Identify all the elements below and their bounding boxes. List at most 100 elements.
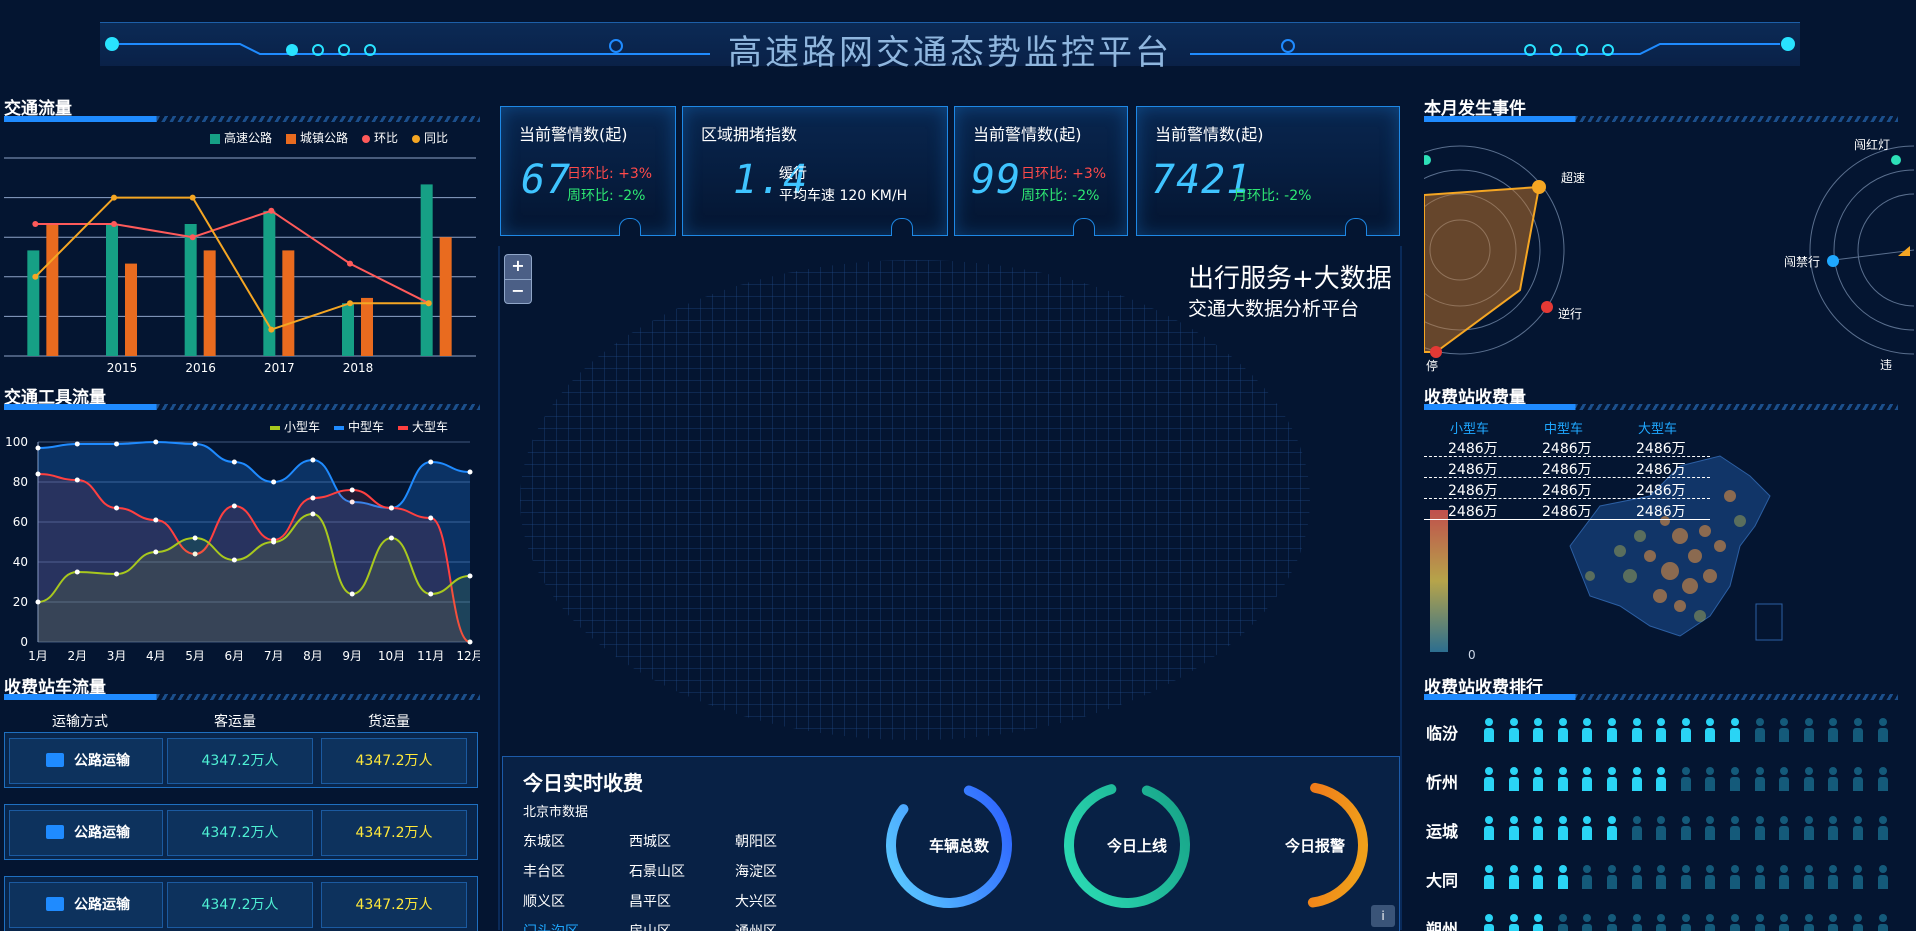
freight-cell: 4347.2万人 xyxy=(321,882,467,928)
wrong-way-point[interactable] xyxy=(1541,301,1553,313)
brand-title: 出行服务+大数据 xyxy=(1188,264,1392,294)
zoom-in-button[interactable]: + xyxy=(505,255,531,279)
ranking-name: 忻州 xyxy=(1426,773,1459,792)
y-tick-label: 20 xyxy=(13,595,28,609)
events-title-bar xyxy=(1424,116,1898,122)
fee-cell: 2486万 xyxy=(1448,483,1498,499)
line-point xyxy=(111,194,117,201)
district-link[interactable]: 通州区 xyxy=(735,921,777,931)
person-icon xyxy=(1631,767,1642,791)
district-link[interactable]: 朝阳区 xyxy=(735,831,777,851)
person-icon xyxy=(1533,816,1544,840)
speeding-point[interactable] xyxy=(1532,180,1546,194)
person-icon xyxy=(1582,914,1593,931)
person-icon xyxy=(1656,767,1667,791)
station-row[interactable]: 公路运输 4347.2万人 4347.2万人 xyxy=(4,732,478,788)
person-icon xyxy=(1680,816,1691,840)
ranking-row[interactable]: 临汾 xyxy=(1424,710,1914,750)
zoom-out-button[interactable]: − xyxy=(505,279,531,303)
district-link[interactable]: 顺义区 xyxy=(523,891,565,911)
card-notch xyxy=(891,218,913,236)
x-tick-label: 2016 xyxy=(185,361,216,375)
x-tick-label: 4月 xyxy=(146,649,166,662)
person-icon xyxy=(1853,718,1863,742)
ranking-row[interactable]: 朔州 xyxy=(1424,906,1914,931)
person-icon xyxy=(1557,865,1568,889)
fee-col-small: 小型车 xyxy=(1450,422,1490,437)
district-link[interactable]: 丰台区 xyxy=(523,861,565,881)
district-link[interactable]: 西城区 xyxy=(629,831,671,851)
station-row[interactable]: 公路运输 4347.2万人 4347.2万人 xyxy=(4,804,478,860)
kpi-card-alarms-3[interactable]: 当前警情数(起) 7421 月环比: -2% xyxy=(1136,106,1400,236)
fee-row: 2486万 2486万 2486万 xyxy=(1424,499,1710,520)
person-icon xyxy=(1730,914,1740,931)
bar xyxy=(342,303,354,356)
heat-scale-bar xyxy=(1430,510,1448,652)
truck-icon xyxy=(46,897,64,911)
district-link[interactable]: 石景山区 xyxy=(629,861,685,881)
line-point xyxy=(35,471,41,477)
district-link[interactable]: 昌平区 xyxy=(629,891,671,911)
realtime-subtitle: 北京市数据 xyxy=(523,805,589,820)
brand-subtitle: 交通大数据分析平台 xyxy=(1188,298,1360,320)
person-icon xyxy=(1680,914,1691,931)
person-icon xyxy=(1803,767,1814,791)
person-icon xyxy=(1656,865,1667,889)
line-point xyxy=(114,505,120,511)
kpi-card-congestion[interactable]: 区域拥堵指数 1.4 缓行 平均车速 120 KM/H xyxy=(682,106,948,236)
events-radar xyxy=(1424,145,1914,358)
line-point xyxy=(114,441,120,447)
kpi-day-change: 日环比: +3% xyxy=(567,166,653,182)
person-icon xyxy=(1508,865,1519,889)
district-link[interactable]: 大兴区 xyxy=(735,891,777,911)
restricted-point[interactable] xyxy=(1827,255,1839,267)
person-icon xyxy=(1730,865,1740,889)
radar-label-wrong-way: 逆行 xyxy=(1558,307,1583,321)
station-row[interactable]: 公路运输 4347.2万人 4347.2万人 xyxy=(4,876,478,931)
ranking-row[interactable]: 运城 xyxy=(1424,808,1914,848)
person-icon xyxy=(1779,767,1790,791)
line-point xyxy=(428,459,434,465)
traffic-flow-chart: 2015 2016 2017 2018 xyxy=(4,157,476,375)
kpi-title: 当前警情数(起) xyxy=(519,125,628,144)
person-icon xyxy=(1484,816,1494,840)
radar-label-stop: 停 xyxy=(1426,359,1439,373)
map-grid[interactable] xyxy=(520,260,1310,740)
person-icon xyxy=(1754,865,1765,889)
red-light-point[interactable] xyxy=(1891,155,1901,165)
person-icon xyxy=(1705,816,1716,840)
line-point xyxy=(32,221,39,227)
kpi-card-alarms-1[interactable]: 当前警情数(起) 67 日环比: +3% 周环比: -2% xyxy=(500,106,676,236)
line-point xyxy=(153,517,159,523)
event-point[interactable] xyxy=(1424,155,1431,165)
ring-label: 今日上线 xyxy=(1106,837,1167,855)
district-link[interactable]: 门头沟区 xyxy=(523,921,579,931)
bar xyxy=(361,297,373,356)
radar-label-restricted: 闯禁行 xyxy=(1784,255,1821,269)
line-point xyxy=(268,326,275,333)
person-icon xyxy=(1631,816,1642,840)
line-point xyxy=(111,221,117,227)
person-icon xyxy=(1533,718,1544,742)
freight-cell: 4347.2万人 xyxy=(321,810,467,856)
ranking-row[interactable]: 大同 xyxy=(1424,857,1914,897)
legend-dot-icon xyxy=(412,134,421,143)
passenger-cell: 4347.2万人 xyxy=(167,738,313,784)
kpi-title: 当前警情数(起) xyxy=(1155,125,1264,144)
district-link[interactable]: 房山区 xyxy=(629,921,671,931)
kpi-value: 99 xyxy=(971,157,1022,203)
district-link[interactable]: 海淀区 xyxy=(735,861,777,881)
person-icon xyxy=(1853,816,1863,840)
kpi-card-alarms-2[interactable]: 当前警情数(起) 99 日环比: +3% 周环比: -2% xyxy=(954,106,1128,236)
ranking-row[interactable]: 忻州 xyxy=(1424,759,1914,799)
info-button[interactable]: i xyxy=(1371,905,1395,927)
line-point xyxy=(35,599,41,605)
kpi-day-change: 日环比: +3% xyxy=(1021,166,1107,182)
district-link[interactable]: 东城区 xyxy=(523,831,565,851)
person-icon xyxy=(1803,865,1814,889)
legend-highway: 高速公路 xyxy=(210,129,272,146)
fee-cell: 2486万 xyxy=(1636,441,1686,457)
legend-town: 城镇公路 xyxy=(286,129,348,146)
fee-cell: 2486万 xyxy=(1542,504,1592,520)
person-icon xyxy=(1484,767,1494,791)
